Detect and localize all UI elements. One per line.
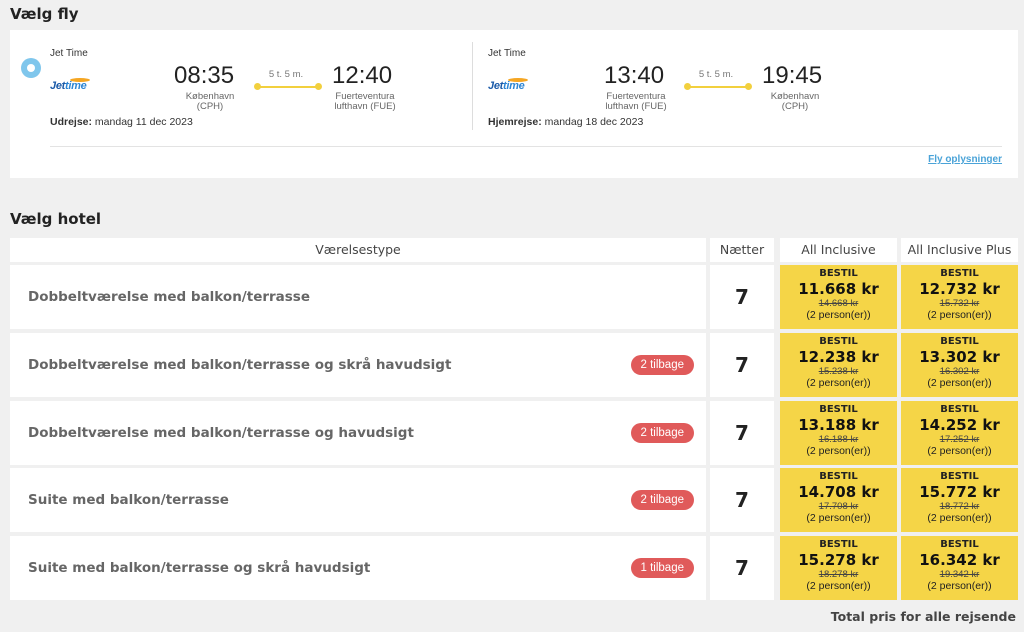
hotel-section-title: Vælg hotel [10, 210, 102, 228]
depart-airport: Fuerteventura lufthavn (FUE) [605, 91, 667, 112]
availability-badge: 1 tilbage [630, 558, 694, 578]
arrive-airport: Fuerteventura lufthavn (FUE) [334, 91, 396, 112]
leg-divider [472, 42, 473, 130]
nights-value: 7 [710, 536, 774, 600]
arrive-time: 12:40 [332, 62, 393, 89]
nights-value: 7 [710, 468, 774, 532]
nights-value: 7 [710, 401, 774, 465]
depart-time: 13:40 [604, 62, 665, 89]
availability-badge: 2 tilbage [630, 355, 694, 375]
jettime-logo-icon: Jettime [50, 78, 92, 94]
route-line [688, 86, 748, 88]
room-cell: Dobbeltværelse med balkon/terrasse og sk… [10, 333, 706, 397]
book-all-inclusive-plus-button[interactable]: BESTIL 13.302 kr 16.302 kr (2 person(er)) [901, 333, 1018, 397]
availability-badge: 2 tilbage [630, 423, 694, 443]
airline-name: Jet Time [50, 48, 88, 59]
flight-duration: 5 t. 5 m. [268, 69, 304, 80]
header-all-inclusive-plus: All Inclusive Plus [901, 238, 1018, 262]
book-all-inclusive-button[interactable]: BESTIL 13.188 kr 16.188 kr (2 person(er)) [780, 401, 897, 465]
book-all-inclusive-button[interactable]: BESTIL 11.668 kr 14.668 kr (2 person(er)) [780, 265, 897, 329]
arrive-airport: København (CPH) [770, 91, 820, 112]
nights-value: 7 [710, 333, 774, 397]
book-all-inclusive-plus-button[interactable]: BESTIL 12.732 kr 15.732 kr (2 person(er)) [901, 265, 1018, 329]
book-all-inclusive-plus-button[interactable]: BESTIL 16.342 kr 19.342 kr (2 person(er)) [901, 536, 1018, 600]
nights-value: 7 [710, 265, 774, 329]
table-row: Suite med balkon/terrasse 2 tilbage 7 BE… [10, 468, 1018, 532]
flight-option-card[interactable]: Jet Time Jettime 08:35 København (CPH) 5 … [10, 30, 1018, 178]
room-name: Suite med balkon/terrasse og skrå havuds… [28, 560, 371, 576]
book-all-inclusive-plus-button[interactable]: BESTIL 15.772 kr 18.772 kr (2 person(er)) [901, 468, 1018, 532]
table-row: Suite med balkon/terrasse og skrå havuds… [10, 536, 1018, 600]
flights-section-title: Vælg fly [10, 5, 79, 23]
route-line [258, 86, 318, 88]
availability-badge: 2 tilbage [630, 490, 694, 510]
book-all-inclusive-plus-button[interactable]: BESTIL 14.252 kr 17.252 kr (2 person(er)) [901, 401, 1018, 465]
room-cell: Dobbeltværelse med balkon/terrasse og ha… [10, 401, 706, 465]
route-end-dot [745, 83, 752, 90]
table-row: Dobbeltværelse med balkon/terrasse 7 BES… [10, 265, 1018, 329]
return-date: Hjemrejse: mandag 18 dec 2023 [488, 116, 644, 128]
table-row: Dobbeltværelse med balkon/terrasse og ha… [10, 401, 1018, 465]
jettime-logo-icon: Jettime [488, 78, 530, 94]
arrive-time: 19:45 [762, 62, 823, 89]
book-all-inclusive-button[interactable]: BESTIL 12.238 kr 15.238 kr (2 person(er)) [780, 333, 897, 397]
total-price-label: Total pris for alle rejsende [830, 609, 1016, 624]
outbound-date: Udrejse: mandag 11 dec 2023 [50, 116, 193, 128]
room-name: Suite med balkon/terrasse [28, 492, 229, 508]
room-cell: Dobbeltværelse med balkon/terrasse [10, 265, 706, 329]
return-leg: Jet Time Jettime 13:40 Fuerteventura luft… [488, 40, 908, 130]
header-nights: Nætter [710, 238, 774, 262]
book-all-inclusive-button[interactable]: BESTIL 14.708 kr 17.708 kr (2 person(er)) [780, 468, 897, 532]
room-cell: Suite med balkon/terrasse og skrå havuds… [10, 536, 706, 600]
radio-selected-icon[interactable] [21, 58, 41, 78]
flight-info-link[interactable]: Fly oplysninger [928, 154, 1002, 165]
flight-duration: 5 t. 5 m. [698, 69, 734, 80]
table-row: Dobbeltværelse med balkon/terrasse og sk… [10, 333, 1018, 397]
room-name: Dobbeltværelse med balkon/terrasse [28, 289, 311, 305]
depart-airport: København (CPH) [185, 91, 235, 112]
outbound-leg: Jet Time Jettime 08:35 København (CPH) 5 … [50, 40, 470, 130]
route-end-dot [315, 83, 322, 90]
depart-time: 08:35 [174, 62, 235, 89]
card-separator [50, 146, 1002, 147]
room-name: Dobbeltværelse med balkon/terrasse og ha… [28, 425, 414, 441]
room-name: Dobbeltværelse med balkon/terrasse og sk… [28, 357, 452, 373]
header-all-inclusive: All Inclusive [780, 238, 897, 262]
header-room-type: Værelsestype [10, 238, 706, 262]
book-all-inclusive-button[interactable]: BESTIL 15.278 kr 18.278 kr (2 person(er)) [780, 536, 897, 600]
airline-name: Jet Time [488, 48, 526, 59]
room-cell: Suite med balkon/terrasse 2 tilbage [10, 468, 706, 532]
